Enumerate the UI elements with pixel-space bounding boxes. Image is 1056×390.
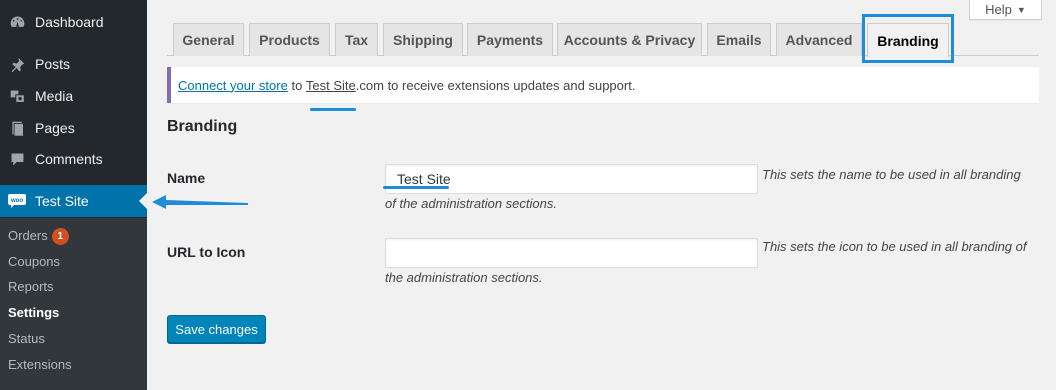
submenu-item-coupons[interactable]: Coupons bbox=[8, 252, 60, 272]
svg-text:woo: woo bbox=[10, 198, 23, 204]
media-icon bbox=[8, 87, 26, 105]
sidebar-item-test-site[interactable]: woo Test Site bbox=[0, 185, 147, 217]
sidebar-item-label: Comments bbox=[35, 151, 103, 167]
notice-text: .com to receive extensions updates and s… bbox=[355, 77, 636, 93]
tab-shipping[interactable]: Shipping bbox=[383, 23, 463, 56]
pin-icon bbox=[8, 55, 26, 73]
sidebar-item-media[interactable]: Media bbox=[0, 80, 147, 112]
orders-count-badge: 1 bbox=[51, 228, 69, 246]
tab-general[interactable]: General bbox=[173, 23, 244, 56]
url-icon-field-label: URL to Icon bbox=[167, 244, 246, 260]
notice-site-name: Test Site bbox=[305, 77, 356, 93]
tab-advanced[interactable]: Advanced bbox=[776, 23, 862, 56]
dashboard-icon bbox=[8, 13, 26, 31]
submenu-item-settings[interactable]: Settings bbox=[8, 303, 59, 323]
branding-tab-highlight bbox=[862, 14, 954, 63]
caret-down-icon: ▼ bbox=[1016, 4, 1026, 15]
help-tab-button[interactable]: Help ▼ bbox=[969, 0, 1042, 20]
name-field-description: This sets the name to be used in all bra… bbox=[762, 167, 1021, 182]
annotation-arrow-icon bbox=[152, 195, 248, 209]
connect-store-notice: Connect your store to Test Site .com to … bbox=[167, 67, 1039, 103]
sidebar-item-label: Posts bbox=[35, 56, 71, 72]
save-changes-button[interactable]: Save changes bbox=[167, 315, 266, 343]
sidebar-item-posts[interactable]: Posts bbox=[0, 48, 147, 80]
notice-text: to bbox=[287, 77, 306, 93]
name-field-label: Name bbox=[167, 170, 206, 186]
section-title: Branding bbox=[167, 118, 238, 135]
tab-payments[interactable]: Payments bbox=[467, 23, 553, 56]
help-label: Help bbox=[985, 2, 1012, 17]
tab-tax[interactable]: Tax bbox=[335, 23, 378, 56]
active-menu-pointer bbox=[139, 193, 147, 209]
name-field-description: of the administration sections. bbox=[385, 196, 557, 211]
woocommerce-submenu: Orders 1 Coupons Reports Settings Status … bbox=[0, 218, 147, 390]
annotation-underline bbox=[383, 186, 449, 189]
tab-emails[interactable]: Emails bbox=[707, 23, 771, 56]
sidebar-item-pages[interactable]: Pages bbox=[0, 112, 147, 144]
tab-products[interactable]: Products bbox=[249, 23, 330, 56]
submenu-item-extensions[interactable]: Extensions bbox=[8, 355, 72, 375]
sidebar-item-label: Test Site bbox=[35, 193, 89, 209]
submenu-item-reports[interactable]: Reports bbox=[8, 277, 54, 297]
sidebar-item-label: Media bbox=[35, 88, 74, 104]
annotation-underline bbox=[310, 108, 356, 111]
woo-icon: woo bbox=[8, 192, 26, 210]
submenu-label: Orders bbox=[8, 228, 48, 243]
url-icon-field-description: This sets the icon to be used in all bra… bbox=[762, 239, 1027, 254]
submenu-item-status[interactable]: Status bbox=[8, 329, 45, 349]
sidebar-item-comments[interactable]: Comments bbox=[0, 143, 147, 175]
pages-icon bbox=[8, 119, 26, 137]
sidebar-item-dashboard[interactable]: Dashboard bbox=[0, 6, 147, 38]
submenu-item-orders[interactable]: Orders 1 bbox=[8, 226, 69, 246]
url-icon-input[interactable] bbox=[385, 238, 758, 268]
url-icon-field-description: the administration sections. bbox=[385, 270, 543, 285]
comments-icon bbox=[8, 150, 26, 168]
name-input[interactable] bbox=[385, 164, 758, 194]
sidebar-item-label: Dashboard bbox=[35, 14, 104, 30]
connect-store-link[interactable]: Connect your store bbox=[178, 78, 288, 93]
sidebar-item-label: Pages bbox=[35, 120, 75, 136]
admin-sidebar: Dashboard Posts Media Pages Comments woo… bbox=[0, 0, 147, 390]
tab-accounts-privacy[interactable]: Accounts & Privacy bbox=[557, 23, 702, 56]
